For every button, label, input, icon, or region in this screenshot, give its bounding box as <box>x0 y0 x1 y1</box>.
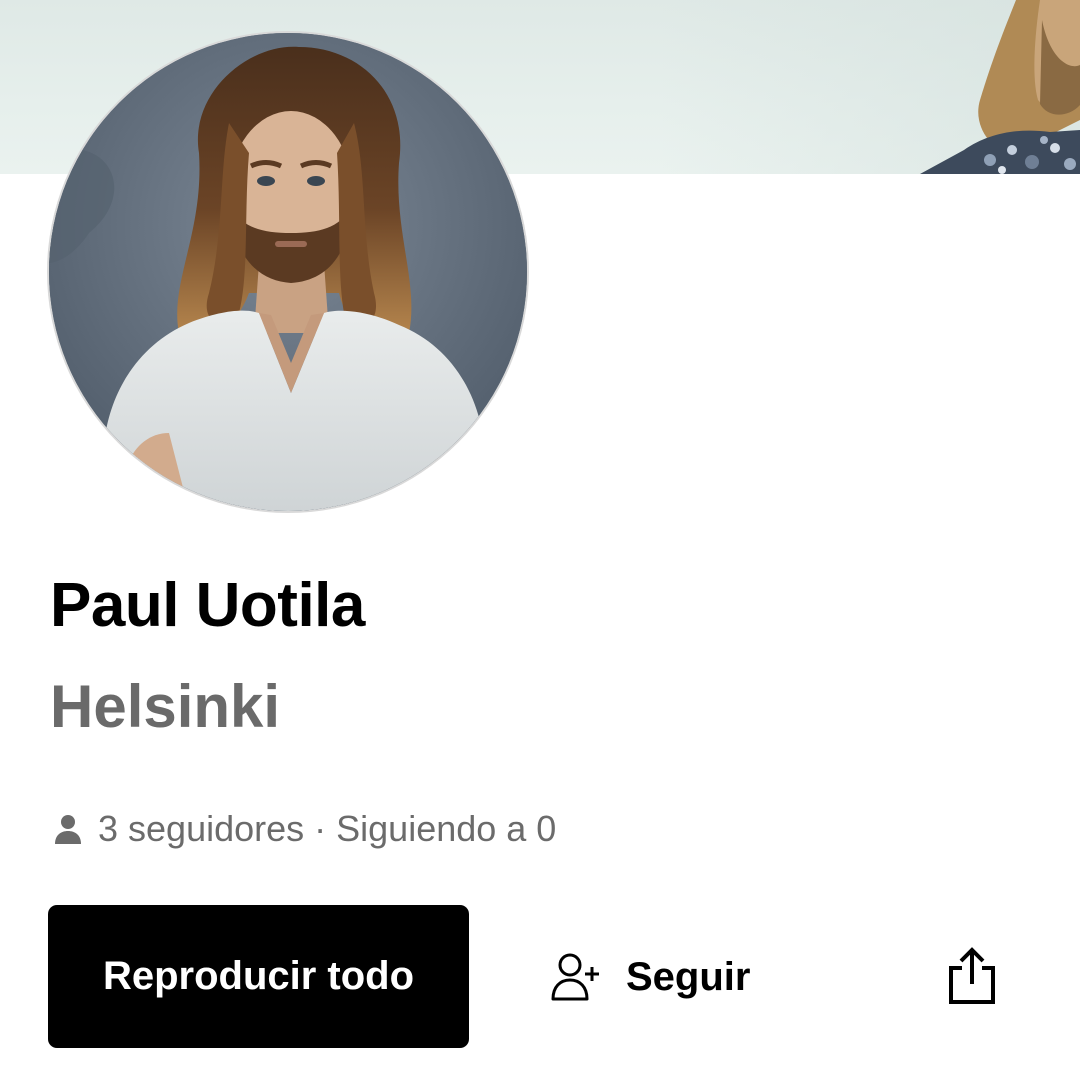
follow-stats: 3 seguidores · Siguiendo a 0 <box>52 806 556 852</box>
share-icon <box>949 947 995 1004</box>
share-button[interactable] <box>940 940 1004 1012</box>
profile-avatar <box>49 33 527 511</box>
play-all-button[interactable]: Reproducir todo <box>48 905 469 1048</box>
play-all-label: Reproducir todo <box>102 954 415 998</box>
followers-count[interactable]: 3 seguidores <box>98 808 304 850</box>
cover-photo-figure <box>920 0 1080 174</box>
stats-separator: · <box>314 808 327 849</box>
profile-name: Paul Uotila <box>50 571 365 640</box>
follow-label: Seguir <box>626 954 751 999</box>
follow-button[interactable]: Seguir <box>550 945 750 1009</box>
profile-location: Helsinki <box>50 673 281 740</box>
following-count[interactable]: Siguiendo a 0 <box>336 808 556 850</box>
add-person-icon <box>551 953 599 1001</box>
person-icon <box>55 815 81 844</box>
